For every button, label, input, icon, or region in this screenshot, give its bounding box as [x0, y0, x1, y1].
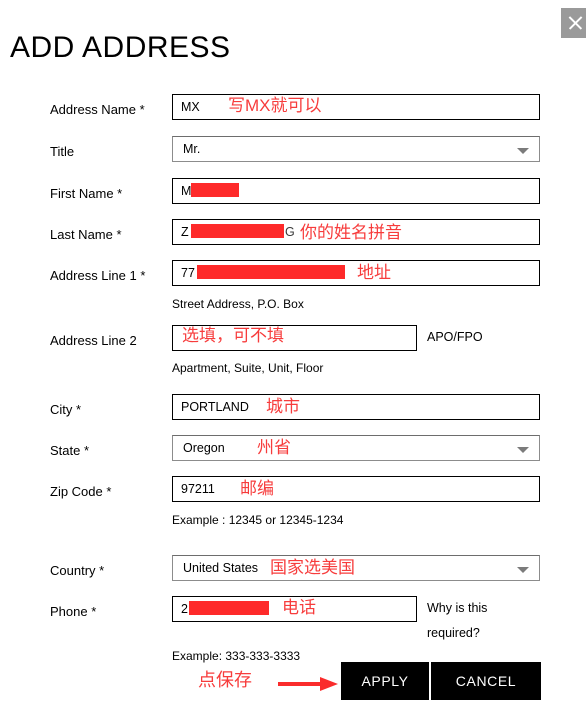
- annotation-address-line-1: 地址: [357, 263, 391, 282]
- label-address-name: Address Name *: [50, 102, 145, 117]
- annotation-address-line-2: 选填，可不填: [182, 326, 284, 345]
- sidenote-apo-fpo: APO/FPO: [427, 330, 483, 344]
- address-line-1-value: 77: [181, 266, 195, 280]
- address-line-1-input[interactable]: 77: [172, 260, 540, 286]
- annotation-city: 城市: [266, 397, 300, 416]
- form-row-address-line-2: Address Line 2 选填，可不填 APO/FPO: [0, 323, 586, 364]
- annotation-address-name: 写MX就可以: [228, 96, 322, 115]
- form-row-last-name: Last Name * Z G 你的姓名拼音: [0, 217, 586, 258]
- label-phone: Phone *: [50, 604, 97, 619]
- annotation-country: 国家选美国: [270, 558, 355, 577]
- address-form: Address Name * MX 写MX就可以 Title Mr. First…: [0, 92, 586, 669]
- close-button[interactable]: [561, 8, 586, 38]
- title-select[interactable]: Mr.: [172, 136, 540, 162]
- annotation-last-name: 你的姓名拼音: [300, 223, 402, 242]
- arrow-icon: [278, 677, 340, 691]
- city-input[interactable]: PORTLAND: [172, 394, 540, 420]
- state-select[interactable]: Oregon: [172, 435, 540, 461]
- first-name-input[interactable]: M: [172, 178, 540, 204]
- country-select[interactable]: United States: [172, 555, 540, 581]
- label-address-line-2: Address Line 2: [50, 333, 137, 348]
- label-title: Title: [50, 144, 75, 159]
- address-name-value: MX: [181, 100, 200, 114]
- label-state: State *: [50, 443, 90, 458]
- last-name-value-tail: G: [285, 225, 295, 239]
- label-zip-code: Zip Code *: [50, 484, 112, 499]
- title-value: Mr.: [183, 142, 201, 156]
- first-name-value: M: [181, 184, 192, 198]
- apply-button[interactable]: APPLY: [341, 662, 429, 700]
- state-value: Oregon: [183, 441, 225, 455]
- form-row-phone: Phone * 2 电话 Why is this required?: [0, 594, 586, 640]
- label-first-name: First Name *: [50, 186, 123, 201]
- form-row-title: Title Mr.: [0, 134, 586, 176]
- annotation-zip-code: 邮编: [240, 479, 274, 498]
- last-name-value: Z: [181, 225, 189, 239]
- form-row-city: City * PORTLAND 城市: [0, 392, 586, 433]
- hint-zip-code: Example : 12345 or 12345-1234: [172, 513, 344, 527]
- label-city: City *: [50, 402, 82, 417]
- country-value: United States: [183, 561, 259, 575]
- annotation-state: 州省: [257, 438, 291, 457]
- hint-address-line-1: Street Address, P.O. Box: [172, 297, 304, 311]
- button-bar: APPLY CANCEL: [341, 662, 541, 700]
- chevron-down-icon: [517, 148, 529, 154]
- hint-row-address-line-1: Street Address, P.O. Box: [0, 297, 586, 323]
- form-row-country: Country * United States 国家选美国: [0, 553, 586, 594]
- close-icon: [561, 8, 586, 38]
- label-country: Country *: [50, 563, 105, 578]
- hint-address-line-2: Apartment, Suite, Unit, Floor: [172, 361, 324, 375]
- hint-row-zip-code: Example : 12345 or 12345-1234: [0, 513, 586, 553]
- redaction-bar: [197, 265, 345, 279]
- annotation-phone: 电话: [282, 598, 316, 617]
- hint-phone: Example: 333-333-3333: [172, 649, 301, 663]
- label-address-line-1: Address Line 1 *: [50, 268, 146, 283]
- phone-value: 2: [181, 602, 188, 616]
- form-row-zip-code: Zip Code * 97211 邮编: [0, 474, 586, 515]
- label-last-name: Last Name *: [50, 227, 122, 242]
- redaction-bar: [191, 183, 239, 197]
- chevron-down-icon: [517, 567, 529, 573]
- form-row-state: State * Oregon 州省: [0, 433, 586, 474]
- cancel-button[interactable]: CANCEL: [431, 662, 541, 700]
- zip-code-input[interactable]: 97211: [172, 476, 540, 502]
- annotation-save: 点保存: [198, 670, 252, 690]
- form-row-first-name: First Name * M: [0, 176, 586, 217]
- chevron-down-icon: [517, 447, 529, 453]
- zip-code-value: 97211: [181, 482, 215, 496]
- hint-row-address-line-2: Apartment, Suite, Unit, Floor: [0, 361, 586, 392]
- redaction-bar: [191, 224, 284, 238]
- page-title: ADD ADDRESS: [10, 31, 231, 64]
- city-value: PORTLAND: [181, 400, 249, 414]
- form-row-address-name: Address Name * MX 写MX就可以: [0, 92, 586, 134]
- form-row-address-line-1: Address Line 1 * 77 地址: [0, 258, 586, 299]
- redaction-bar: [189, 601, 269, 615]
